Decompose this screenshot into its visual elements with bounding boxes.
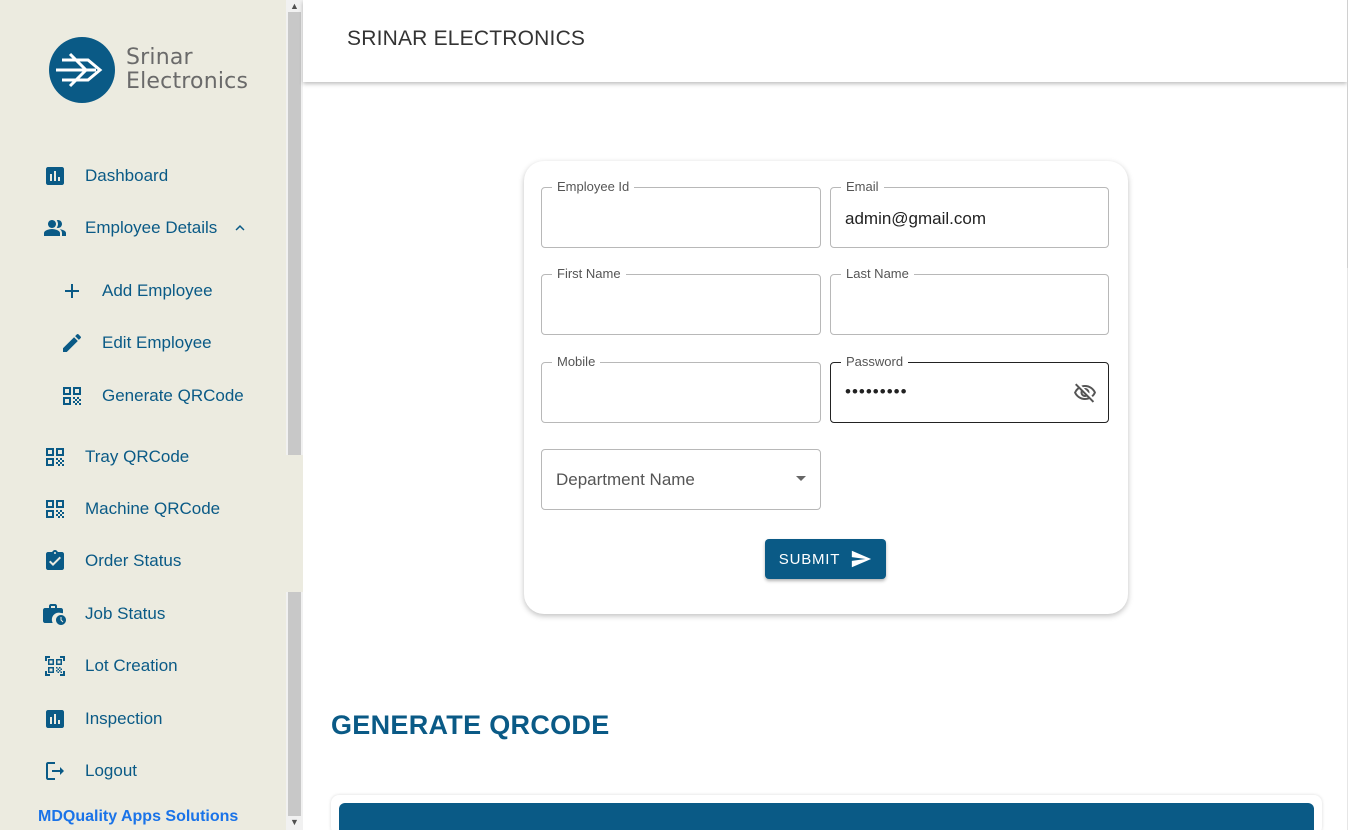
department-select[interactable]: Department Name	[541, 449, 821, 510]
sidebar-item-label: Employee Details	[85, 218, 218, 237]
sidebar-edge	[286, 455, 303, 592]
submit-label: SUBMIT	[778, 550, 841, 568]
sidebar-item-inspection[interactable]: Inspection	[43, 707, 163, 731]
logo-text: Srinar Electronics	[126, 46, 248, 94]
company-logo: Srinar Electronics	[48, 36, 248, 104]
employee-id-label: Employee Id	[552, 179, 635, 194]
scroll-down-icon[interactable]: ▼	[286, 816, 303, 828]
qr-icon	[43, 497, 67, 521]
sidebar-item-employee-details[interactable]: Employee Details	[43, 216, 249, 240]
dropdown-arrow-icon	[796, 476, 806, 481]
employee-form-card: Employee Id Email admin@gmail.com First …	[524, 161, 1128, 614]
chevron-up-icon[interactable]	[231, 219, 249, 237]
sidebar-item-order-status[interactable]: Order Status	[43, 549, 181, 573]
sidebar-item-tray-qrcode[interactable]: Tray QRCode	[43, 445, 189, 469]
logo-mark-icon	[49, 37, 115, 103]
sidebar-item-label: Generate QRCode	[102, 386, 244, 405]
page-title: SRINAR ELECTRONICS	[347, 27, 586, 50]
sidebar-scrollbar[interactable]: ▲ ▼	[286, 0, 303, 830]
qrcode-table-panel	[331, 795, 1322, 830]
sidebar-item-label: Add Employee	[102, 281, 213, 300]
plus-icon	[60, 279, 84, 303]
sidebar: Srinar Electronics Dashboard Employee De…	[0, 0, 286, 830]
sidebar-item-label: Edit Employee	[102, 333, 212, 352]
last-name-label: Last Name	[841, 266, 914, 281]
scroll-up-icon[interactable]: ▲	[286, 0, 303, 12]
footer-brand: MDQuality Apps Solutions	[38, 808, 239, 825]
clipboard-check-icon	[43, 549, 67, 573]
section-title: GENERATE QRCODE	[331, 710, 610, 740]
page-edge-line	[1347, 0, 1348, 268]
visibility-off-icon[interactable]	[1072, 381, 1098, 405]
qr-icon	[43, 445, 67, 469]
qr-scan-icon	[43, 654, 67, 678]
email-label: Email	[841, 179, 884, 194]
email-field[interactable]: Email admin@gmail.com	[830, 179, 1109, 248]
sidebar-item-label: Order Status	[85, 551, 182, 570]
sidebar-item-label: Machine QRCode	[85, 499, 221, 518]
bar-chart-icon	[43, 164, 67, 188]
sidebar-item-label: Tray QRCode	[85, 447, 190, 466]
people-icon	[43, 216, 67, 240]
first-name-field[interactable]: First Name	[541, 266, 821, 335]
mobile-label: Mobile	[552, 354, 601, 369]
logo-line1: Srinar	[126, 45, 193, 70]
mobile-field[interactable]: Mobile	[541, 354, 821, 423]
sidebar-item-label: Job Status	[85, 604, 166, 623]
app-header: SRINAR ELECTRONICS	[303, 0, 1347, 82]
logout-icon	[43, 759, 67, 783]
page-edge	[1347, 0, 1360, 830]
password-label: Password	[841, 354, 909, 369]
sidebar-item-dashboard[interactable]: Dashboard	[43, 164, 168, 188]
sidebar-item-machine-qrcode[interactable]: Machine QRCode	[43, 497, 220, 521]
sidebar-item-logout[interactable]: Logout	[43, 759, 137, 783]
send-icon	[852, 550, 872, 568]
email-value: admin@gmail.com	[845, 209, 987, 228]
table-header	[339, 803, 1314, 830]
sidebar-item-generate-qrcode[interactable]: Generate QRCode	[60, 384, 244, 408]
sidebar-item-label: Lot Creation	[85, 656, 178, 675]
employee-id-field[interactable]: Employee Id	[541, 179, 821, 248]
password-value: •••••••••	[845, 382, 908, 401]
sidebar-item-label: Dashboard	[85, 166, 169, 185]
sidebar-item-lot-creation[interactable]: Lot Creation	[43, 654, 178, 678]
work-history-icon	[43, 602, 67, 626]
logo-line2: Electronics	[126, 69, 249, 94]
qr-icon	[60, 384, 84, 408]
scroll-thumb[interactable]	[288, 592, 301, 816]
submit-button[interactable]: SUBMIT	[765, 539, 886, 579]
sidebar-item-label: Logout	[85, 761, 137, 780]
sidebar-item-edit-employee[interactable]: Edit Employee	[60, 331, 212, 355]
sidebar-item-add-employee[interactable]: Add Employee	[60, 279, 213, 303]
scroll-thumb[interactable]	[288, 12, 301, 455]
password-field[interactable]: Password •••••••••	[830, 354, 1109, 423]
sidebar-item-label: Inspection	[85, 709, 163, 728]
department-placeholder: Department Name	[556, 470, 695, 489]
sidebar-item-job-status[interactable]: Job Status	[43, 602, 165, 626]
last-name-field[interactable]: Last Name	[830, 266, 1109, 335]
bar-chart-icon	[43, 707, 67, 731]
pencil-icon	[60, 331, 84, 355]
first-name-label: First Name	[552, 266, 626, 281]
